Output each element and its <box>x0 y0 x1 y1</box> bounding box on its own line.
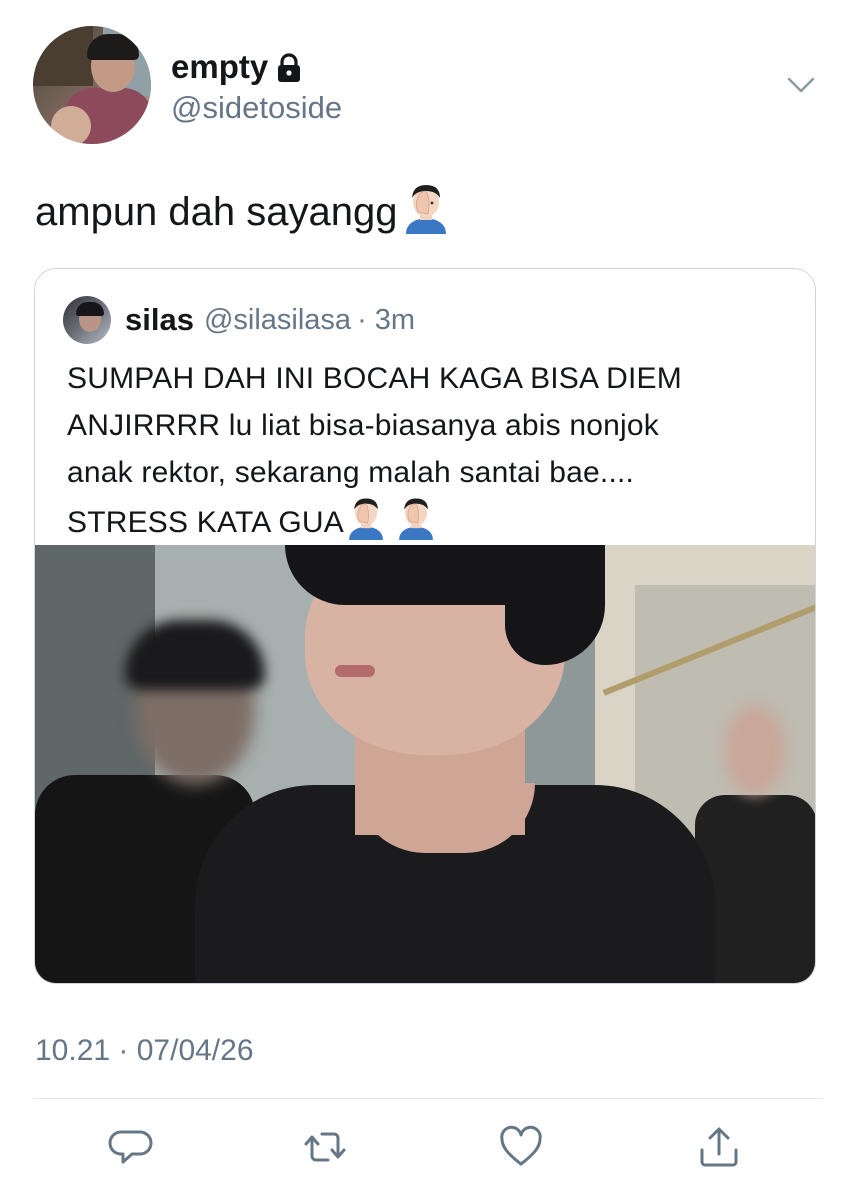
divider <box>33 1098 823 1099</box>
tweet-timestamp[interactable]: 10.21 · 07/04/26 <box>35 1034 254 1068</box>
quoted-tweet-photo[interactable] <box>35 545 815 983</box>
heart-icon <box>500 1125 542 1166</box>
quoted-line: ANJIRRRR lu liat bisa-biasanya abis nonj… <box>67 409 659 442</box>
reply-button[interactable] <box>108 1124 158 1174</box>
quoted-tweet-header: silas @silasilasa · 3m <box>63 295 415 345</box>
quoted-line: STRESS KATA GUA <box>67 506 344 539</box>
quoted-tweet-text: SUMPAH DAH INI BOCAH KAGA BISA DIEM ANJI… <box>67 355 787 546</box>
lock-icon <box>278 53 301 82</box>
action-bar <box>0 1124 850 1180</box>
quoted-display-name[interactable]: silas <box>125 302 194 338</box>
share-icon <box>700 1127 738 1167</box>
reply-icon <box>108 1130 153 1164</box>
facepalm-emoji-icon <box>399 498 433 540</box>
name-row: empty <box>171 48 302 86</box>
tweet-body: ampun dah sayangg <box>35 189 398 234</box>
like-button[interactable] <box>498 1124 548 1174</box>
tweet-header: empty @sidetoside <box>33 26 823 146</box>
display-name[interactable]: empty <box>171 48 268 86</box>
chevron-down-icon[interactable] <box>787 76 815 94</box>
quoted-line-last: STRESS KATA GUA <box>67 496 787 546</box>
quoted-tweet-card[interactable]: silas @silasilasa · 3m SUMPAH DAH INI BO… <box>34 268 816 984</box>
user-avatar[interactable] <box>33 26 151 144</box>
quoted-line: anak rektor, sekarang malah santai bae..… <box>67 456 635 489</box>
facepalm-emoji-icon <box>349 498 383 540</box>
tweet-text: ampun dah sayangg <box>35 185 452 238</box>
quoted-line: SUMPAH DAH INI BOCAH KAGA BISA DIEM <box>67 362 682 395</box>
share-button[interactable] <box>696 1124 746 1174</box>
user-handle[interactable]: @sidetoside <box>171 90 342 126</box>
quoted-user-handle[interactable]: @silasilasa <box>204 304 351 337</box>
quoted-time: · 3m <box>357 303 416 336</box>
retweet-button[interactable] <box>302 1124 352 1174</box>
facepalm-emoji-icon <box>405 185 446 234</box>
retweet-icon <box>304 1132 346 1162</box>
quoted-user-avatar[interactable] <box>63 296 111 344</box>
